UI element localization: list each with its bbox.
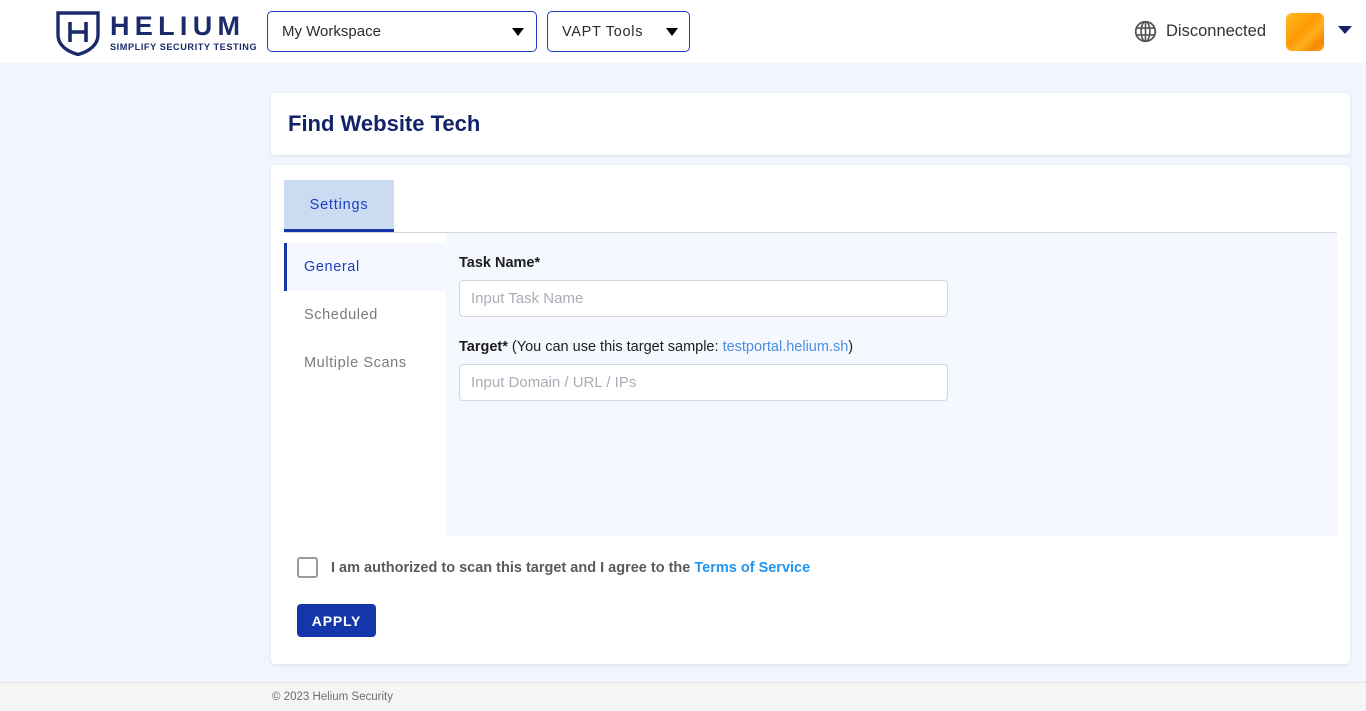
- tab-settings[interactable]: Settings: [284, 180, 394, 232]
- globe-icon: [1134, 20, 1157, 43]
- sidebar-item-general[interactable]: General: [284, 243, 446, 291]
- vapt-tools-value: VAPT Tools: [562, 23, 644, 40]
- consent-text: I am authorized to scan this target and …: [331, 560, 810, 576]
- general-settings-form: Task Name* Target* (You can use this tar…: [446, 233, 1337, 536]
- target-input[interactable]: [459, 364, 948, 401]
- settings-side-nav: General Scheduled Multiple Scans: [284, 233, 446, 536]
- authorization-checkbox[interactable]: [297, 557, 318, 578]
- chevron-down-icon: [512, 27, 524, 36]
- chevron-down-icon[interactable]: [1338, 26, 1352, 34]
- connection-status-label: Disconnected: [1166, 22, 1266, 40]
- apply-button[interactable]: APPLY: [297, 604, 376, 637]
- avatar[interactable]: [1286, 13, 1324, 51]
- tab-settings-label: Settings: [309, 196, 369, 213]
- target-sample-link[interactable]: testportal.helium.sh: [723, 339, 849, 355]
- vapt-tools-select[interactable]: VAPT Tools: [547, 11, 690, 52]
- sidebar-item-label: General: [304, 259, 360, 275]
- helium-logo: HELIUM SIMPLIFY SECURITY TESTING: [55, 8, 257, 56]
- sidebar-item-scheduled[interactable]: Scheduled: [284, 291, 446, 339]
- consent-row: I am authorized to scan this target and …: [297, 557, 810, 578]
- shield-h-icon: [55, 8, 101, 56]
- terms-of-service-link[interactable]: Terms of Service: [694, 560, 810, 576]
- chevron-down-icon: [666, 27, 678, 36]
- target-label-rest: (You can use this target sample:: [507, 339, 723, 355]
- copyright-text: © 2023 Helium Security: [272, 691, 393, 703]
- sidebar-item-label: Multiple Scans: [304, 355, 407, 371]
- app-footer: © 2023 Helium Security: [0, 682, 1366, 711]
- consent-text-label: I am authorized to scan this target and …: [331, 559, 695, 576]
- main-content-card: Settings General Scheduled Multiple Scan…: [271, 165, 1350, 664]
- workspace-select-value: My Workspace: [282, 23, 381, 40]
- connection-status: Disconnected: [1134, 20, 1266, 43]
- page-title-card: Find Website Tech: [271, 93, 1350, 155]
- page-title: Find Website Tech: [288, 111, 481, 136]
- logo-tagline: SIMPLIFY SECURITY TESTING: [110, 42, 258, 53]
- task-name-label: Task Name*: [459, 255, 541, 271]
- target-label-bold: Target*: [459, 339, 508, 355]
- sidebar-item-multiple-scans[interactable]: Multiple Scans: [284, 339, 446, 387]
- workspace-select[interactable]: My Workspace: [267, 11, 537, 52]
- tab-bar: Settings: [284, 180, 1337, 233]
- target-label: Target* (You can use this target sample:…: [459, 339, 1337, 355]
- app-header: HELIUM SIMPLIFY SECURITY TESTING My Work…: [0, 0, 1366, 63]
- task-name-input[interactable]: [459, 280, 948, 317]
- sidebar-item-label: Scheduled: [304, 307, 378, 323]
- target-label-close: ): [848, 339, 854, 355]
- logo-name: HELIUM: [110, 10, 246, 41]
- settings-body: General Scheduled Multiple Scans Task Na…: [284, 233, 1337, 536]
